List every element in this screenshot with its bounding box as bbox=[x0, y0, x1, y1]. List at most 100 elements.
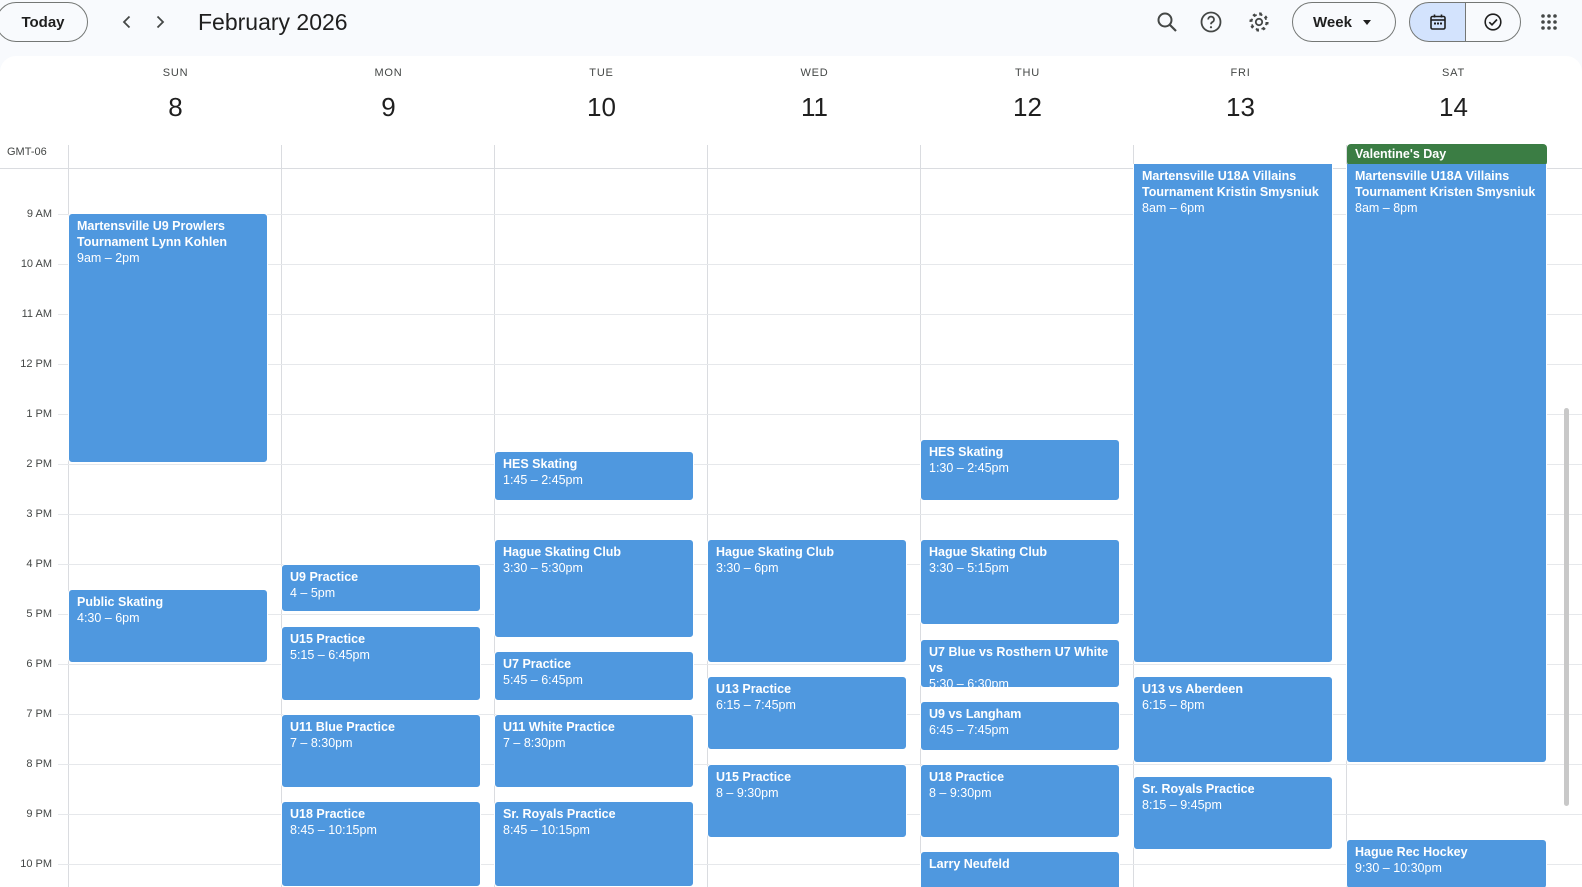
time-label: 9 AM bbox=[26, 208, 52, 220]
event-block[interactable]: U11 Blue Practice 7 – 8:30pm bbox=[281, 714, 481, 788]
event-block[interactable]: U15 Practice 8 – 9:30pm bbox=[707, 764, 907, 838]
view-select-label: Week bbox=[1313, 13, 1352, 31]
event-time: 6:45 – 7:45pm bbox=[929, 723, 1009, 737]
help-button[interactable] bbox=[1195, 6, 1227, 38]
day-date[interactable]: 10 bbox=[495, 92, 708, 123]
day-date[interactable]: 13 bbox=[1134, 92, 1347, 123]
day-name: THU bbox=[1014, 67, 1040, 79]
event-block[interactable]: Larry Neufeld bbox=[920, 851, 1120, 887]
event-block[interactable]: Public Skating 4:30 – 6pm bbox=[68, 589, 268, 663]
time-label: 1 PM bbox=[26, 408, 52, 420]
event-block[interactable]: U18 Practice 8 – 9:30pm bbox=[920, 764, 1120, 838]
event-time: 8 – 9:30pm bbox=[929, 786, 992, 800]
event-time: 7 – 8:30pm bbox=[290, 736, 353, 750]
event-block[interactable]: Martensville U18A Villains Tournament Kr… bbox=[1133, 164, 1333, 663]
time-label: 5 PM bbox=[26, 608, 52, 620]
time-grid[interactable]: 9 AM 10 AM 11 AM 12 PM 1 PM 2 PM 3 PM 4 … bbox=[0, 145, 1582, 887]
time-label: 10 PM bbox=[20, 858, 52, 870]
event-block[interactable]: Hague Skating Club 3:30 – 5:15pm bbox=[920, 539, 1120, 625]
time-label: 11 AM bbox=[21, 308, 52, 320]
time-label: 2 PM bbox=[26, 458, 52, 470]
timezone-label: GMT-06 bbox=[7, 146, 47, 158]
day-name: SUN bbox=[162, 67, 189, 79]
tasks-view-toggle[interactable] bbox=[1465, 2, 1521, 42]
event-title: Martensville U9 Prowlers Tournament Lynn… bbox=[77, 219, 227, 249]
day-date[interactable]: 12 bbox=[921, 92, 1134, 123]
day-date[interactable]: 9 bbox=[282, 92, 495, 123]
time-label: 7 PM bbox=[26, 708, 52, 720]
apps-grid-icon bbox=[1541, 14, 1557, 30]
event-title: Hague Skating Club bbox=[503, 545, 622, 559]
event-title: Martensville U18A Villains Tournament Kr… bbox=[1355, 169, 1536, 199]
chevron-right-icon bbox=[156, 15, 165, 29]
time-label: 3 PM bbox=[26, 508, 52, 520]
event-title: U15 Practice bbox=[716, 770, 792, 784]
day-name: MON bbox=[374, 67, 403, 79]
event-time: 5:15 – 6:45pm bbox=[290, 648, 370, 662]
event-block[interactable]: Martensville U18A Villains Tournament Kr… bbox=[1346, 164, 1547, 763]
event-title: HES Skating bbox=[503, 457, 578, 471]
event-title: U18 Practice bbox=[929, 770, 1005, 784]
event-title: U11 Blue Practice bbox=[290, 720, 395, 734]
caret-down-icon bbox=[1363, 20, 1371, 25]
time-label: 4 PM bbox=[26, 558, 52, 570]
month-title: February 2026 bbox=[198, 9, 348, 35]
event-block[interactable]: Hague Skating Club 3:30 – 5:30pm bbox=[494, 539, 694, 638]
event-time: 8am – 8pm bbox=[1355, 201, 1418, 215]
event-block[interactable]: U7 Practice 5:45 – 6:45pm bbox=[494, 651, 694, 701]
allday-event-valentines-day[interactable]: Valentine's Day bbox=[1347, 144, 1547, 166]
vertical-scrollbar[interactable] bbox=[1564, 408, 1569, 806]
event-time: 3:30 – 5:30pm bbox=[503, 561, 583, 575]
event-time: 8 – 9:30pm bbox=[716, 786, 779, 800]
day-name: FRI bbox=[1230, 67, 1251, 79]
next-week-button[interactable] bbox=[146, 8, 174, 36]
event-block[interactable]: U13 vs Aberdeen 6:15 – 8pm bbox=[1133, 676, 1333, 763]
event-time: 6:15 – 7:45pm bbox=[716, 698, 796, 712]
event-block[interactable]: U9 vs Langham 6:45 – 7:45pm bbox=[920, 701, 1120, 751]
event-time: 4 – 5pm bbox=[290, 586, 336, 600]
event-block[interactable]: U11 White Practice 7 – 8:30pm bbox=[494, 714, 694, 788]
event-title: Sr. Royals Practice bbox=[503, 807, 616, 821]
event-title: Sr. Royals Practice bbox=[1142, 782, 1255, 796]
today-button[interactable]: Today bbox=[0, 2, 88, 42]
event-block[interactable]: HES Skating 1:30 – 2:45pm bbox=[920, 439, 1120, 501]
event-time: 8:15 – 9:45pm bbox=[1142, 798, 1222, 812]
calendar-view-toggle[interactable] bbox=[1409, 2, 1466, 42]
event-time: 8am – 6pm bbox=[1142, 201, 1205, 215]
event-title: Larry Neufeld bbox=[929, 857, 1010, 871]
day-date[interactable]: 14 bbox=[1347, 92, 1560, 123]
search-button[interactable] bbox=[1151, 6, 1183, 38]
help-icon bbox=[1200, 11, 1222, 33]
event-block[interactable]: Sr. Royals Practice 8:45 – 10:15pm bbox=[494, 801, 694, 887]
event-title: U7 Practice bbox=[503, 657, 572, 671]
day-date[interactable]: 11 bbox=[708, 92, 921, 123]
calendar-panel: SUN 8 MON 9 TUE 10 WED 11 THU 12 FRI 13 … bbox=[0, 56, 1582, 887]
event-block[interactable]: U15 Practice 5:15 – 6:45pm bbox=[281, 626, 481, 701]
time-label: 8 PM bbox=[26, 758, 52, 770]
event-block[interactable]: HES Skating 1:45 – 2:45pm bbox=[494, 451, 694, 501]
event-title: U13 Practice bbox=[716, 682, 792, 696]
event-title: U15 Practice bbox=[290, 632, 366, 646]
event-block[interactable]: U9 Practice 4 – 5pm bbox=[281, 564, 481, 612]
event-time: 9:30 – 10:30pm bbox=[1355, 861, 1442, 875]
event-block[interactable]: Martensville U9 Prowlers Tournament Lynn… bbox=[68, 213, 268, 463]
event-time: 1:30 – 2:45pm bbox=[929, 461, 1009, 475]
day-date[interactable]: 8 bbox=[69, 92, 282, 123]
event-time: 5:45 – 6:45pm bbox=[503, 673, 583, 687]
event-block[interactable]: U18 Practice 8:45 – 10:15pm bbox=[281, 801, 481, 887]
time-label: 9 PM bbox=[26, 808, 52, 820]
event-block[interactable]: U7 Blue vs Rosthern U7 White vs 5:30 – 6… bbox=[920, 639, 1120, 688]
view-select[interactable]: Week bbox=[1292, 2, 1396, 42]
event-block[interactable]: Hague Rec Hockey 9:30 – 10:30pm bbox=[1346, 839, 1547, 887]
gear-icon bbox=[1249, 12, 1269, 32]
event-block[interactable]: Hague Skating Club 3:30 – 6pm bbox=[707, 539, 907, 663]
settings-button[interactable] bbox=[1243, 6, 1275, 38]
chevron-left-icon bbox=[122, 15, 131, 29]
apps-button[interactable] bbox=[1533, 6, 1565, 38]
event-block[interactable]: U13 Practice 6:15 – 7:45pm bbox=[707, 676, 907, 750]
event-time: 3:30 – 5:15pm bbox=[929, 561, 1009, 575]
event-block[interactable]: Sr. Royals Practice 8:15 – 9:45pm bbox=[1133, 776, 1333, 850]
top-bar: Today February 2026 Week bbox=[0, 0, 1582, 56]
previous-week-button[interactable] bbox=[113, 8, 141, 36]
event-time: 5:30 – 6:30pm bbox=[929, 677, 1009, 688]
